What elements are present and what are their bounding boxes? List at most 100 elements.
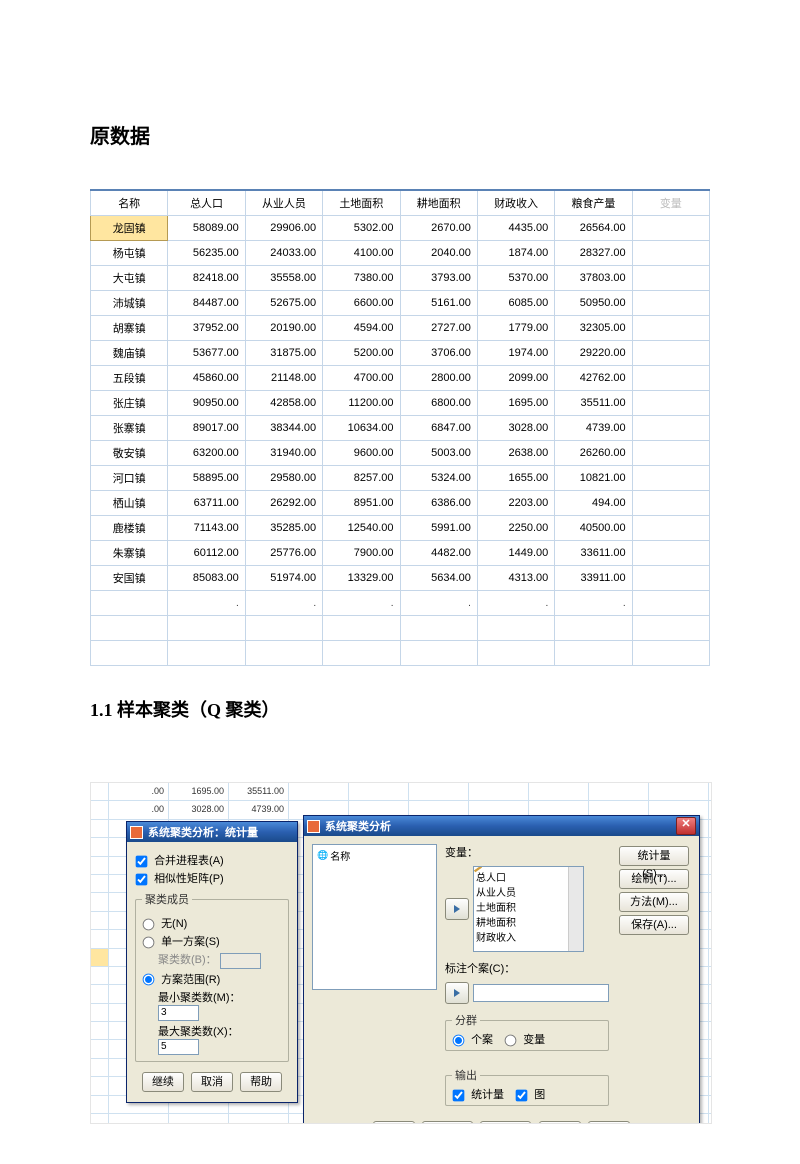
cell-name[interactable]: 栖山镇 [91, 491, 168, 516]
cell-value[interactable]: 5200.00 [323, 341, 400, 366]
cell-value[interactable]: 89017.00 [168, 416, 245, 441]
cell-value[interactable]: 8257.00 [323, 466, 400, 491]
cell-value[interactable]: 50950.00 [555, 291, 632, 316]
cell-value[interactable]: 3706.00 [400, 341, 477, 366]
cell-value[interactable]: 32305.00 [555, 316, 632, 341]
cell-value[interactable]: 6600.00 [323, 291, 400, 316]
cell-value[interactable]: 4435.00 [477, 216, 554, 241]
cell-value[interactable]: 10821.00 [555, 466, 632, 491]
cell-value[interactable]: 1874.00 [477, 241, 554, 266]
cell-value[interactable]: 2099.00 [477, 366, 554, 391]
opt-case[interactable]: 个案 [452, 1034, 493, 1046]
cell-value[interactable]: 35558.00 [245, 266, 322, 291]
cell-name[interactable]: 河口镇 [91, 466, 168, 491]
btn-stats[interactable]: 统计量(S)... [619, 846, 689, 866]
btn-continue[interactable]: 继续 [142, 1072, 184, 1092]
cell-name[interactable]: 五段镇 [91, 366, 168, 391]
opt-single[interactable]: 单一方案(S) [142, 933, 282, 949]
cell-value[interactable]: 31940.00 [245, 441, 322, 466]
btn-cancel-main[interactable]: 取消 [539, 1121, 581, 1124]
cell-value[interactable]: 84487.00 [168, 291, 245, 316]
opt-none[interactable]: 无(N) [142, 915, 282, 931]
cell-name[interactable]: 大屯镇 [91, 266, 168, 291]
cell-value[interactable]: 12540.00 [323, 516, 400, 541]
cell-value[interactable]: 26564.00 [555, 216, 632, 241]
chk-similarity-matrix[interactable]: 相似性矩阵(P) [135, 870, 289, 886]
chk-output-plot[interactable]: 图 [515, 1089, 545, 1101]
opt-range[interactable]: 方案范围(R) [142, 971, 282, 987]
cell-name[interactable]: 魏庙镇 [91, 341, 168, 366]
cell-value[interactable]: 10634.00 [323, 416, 400, 441]
cell-value[interactable]: 1974.00 [477, 341, 554, 366]
cell-value[interactable]: 2800.00 [400, 366, 477, 391]
cell-value[interactable]: 51974.00 [245, 566, 322, 591]
cell-value[interactable]: 2250.00 [477, 516, 554, 541]
cell-value[interactable]: 58089.00 [168, 216, 245, 241]
cell-name[interactable]: 朱寨镇 [91, 541, 168, 566]
cell-value[interactable]: 33911.00 [555, 566, 632, 591]
cell-value[interactable]: 5161.00 [400, 291, 477, 316]
cell-value[interactable]: 3793.00 [400, 266, 477, 291]
cell-value[interactable]: 52675.00 [245, 291, 322, 316]
btn-reset[interactable]: 重置(R) [480, 1121, 531, 1124]
cell-value[interactable]: 35511.00 [555, 391, 632, 416]
source-listbox[interactable]: 名称 [312, 844, 437, 990]
cell-value[interactable]: 20190.00 [245, 316, 322, 341]
cell-value[interactable]: 63200.00 [168, 441, 245, 466]
btn-ok[interactable]: 确定 [373, 1121, 415, 1124]
cell-value[interactable]: 29580.00 [245, 466, 322, 491]
cell-value[interactable]: 53677.00 [168, 341, 245, 366]
cell-value[interactable]: 7900.00 [323, 541, 400, 566]
cell-value[interactable]: 6800.00 [400, 391, 477, 416]
btn-plot[interactable]: 绘制(T)... [619, 869, 689, 889]
cell-name[interactable]: 鹿楼镇 [91, 516, 168, 541]
cell-value[interactable]: 26292.00 [245, 491, 322, 516]
cell-value[interactable]: 38344.00 [245, 416, 322, 441]
cell-value[interactable]: 45860.00 [168, 366, 245, 391]
cell-value[interactable]: 1779.00 [477, 316, 554, 341]
cell-value[interactable]: 2670.00 [400, 216, 477, 241]
input-min[interactable] [158, 1005, 199, 1021]
cell-value[interactable]: 2727.00 [400, 316, 477, 341]
cell-value[interactable]: 21148.00 [245, 366, 322, 391]
move-case-button[interactable] [445, 982, 469, 1004]
cell-name[interactable]: 胡寨镇 [91, 316, 168, 341]
input-max[interactable] [158, 1039, 199, 1055]
cell-value[interactable]: 13329.00 [323, 566, 400, 591]
cell-value[interactable]: 4594.00 [323, 316, 400, 341]
cell-value[interactable]: 60112.00 [168, 541, 245, 566]
btn-help-main[interactable]: 帮助 [588, 1121, 630, 1124]
cell-value[interactable]: 6386.00 [400, 491, 477, 516]
dialog-cluster-titlebar[interactable]: 系统聚类分析 ✕ [304, 816, 699, 836]
cell-value[interactable]: 5003.00 [400, 441, 477, 466]
cell-value[interactable]: 25776.00 [245, 541, 322, 566]
cell-value[interactable]: 24033.00 [245, 241, 322, 266]
cell-value[interactable]: 5324.00 [400, 466, 477, 491]
cell-value[interactable]: 11200.00 [323, 391, 400, 416]
cell-value[interactable]: 33611.00 [555, 541, 632, 566]
cell-name[interactable]: 安国镇 [91, 566, 168, 591]
cell-value[interactable]: 29906.00 [245, 216, 322, 241]
cell-name[interactable]: 沛城镇 [91, 291, 168, 316]
chk-merge-table[interactable]: 合并进程表(A) [135, 852, 289, 868]
cell-value[interactable]: 2040.00 [400, 241, 477, 266]
cell-name[interactable]: 张庄镇 [91, 391, 168, 416]
scrollbar[interactable] [568, 867, 583, 951]
btn-method[interactable]: 方法(M)... [619, 892, 689, 912]
close-icon[interactable]: ✕ [676, 817, 696, 835]
cell-value[interactable]: 6847.00 [400, 416, 477, 441]
cell-value[interactable]: 37952.00 [168, 316, 245, 341]
cell-value[interactable]: 494.00 [555, 491, 632, 516]
cell-value[interactable]: 7380.00 [323, 266, 400, 291]
cell-value[interactable]: 8951.00 [323, 491, 400, 516]
cell-value[interactable]: 5634.00 [400, 566, 477, 591]
cell-value[interactable]: 56235.00 [168, 241, 245, 266]
cell-value[interactable]: 71143.00 [168, 516, 245, 541]
cell-value[interactable]: 63711.00 [168, 491, 245, 516]
opt-variable[interactable]: 变量 [504, 1034, 545, 1046]
cell-value[interactable]: 9600.00 [323, 441, 400, 466]
cell-value[interactable]: 31875.00 [245, 341, 322, 366]
cell-value[interactable]: 42762.00 [555, 366, 632, 391]
cell-value[interactable]: 28327.00 [555, 241, 632, 266]
cell-value[interactable]: 82418.00 [168, 266, 245, 291]
